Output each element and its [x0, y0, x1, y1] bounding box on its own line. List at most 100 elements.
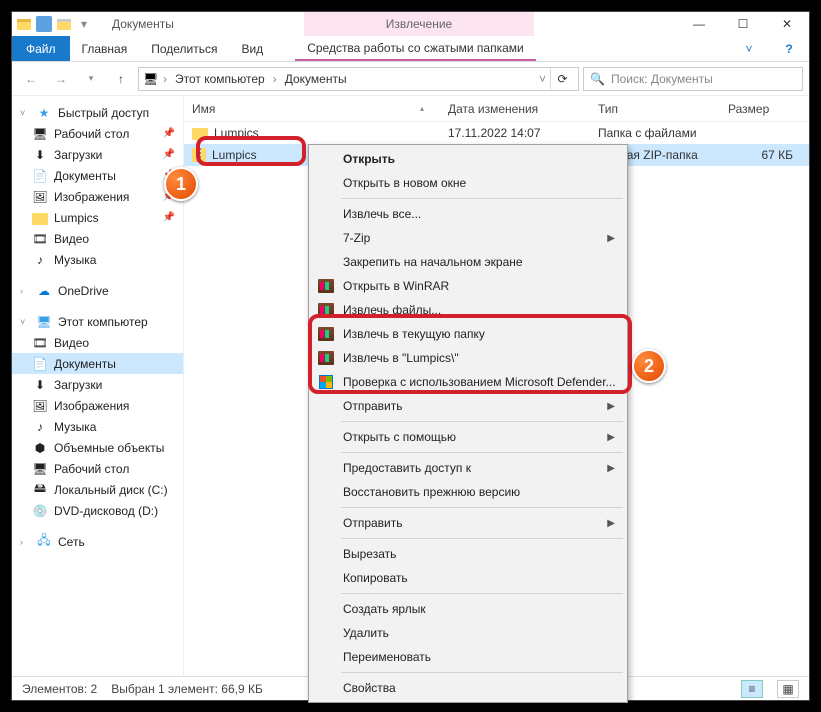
sidebar-item[interactable]: 📄Документы📌 [12, 165, 183, 186]
menu-item[interactable]: Создать ярлык [311, 597, 625, 621]
chevron-down-icon[interactable]: ˅ [20, 108, 30, 118]
chevron-right-icon[interactable]: › [20, 286, 30, 296]
menu-item[interactable]: Копировать [311, 566, 625, 590]
menu-item[interactable]: Открыть с помощью▶ [311, 425, 625, 449]
address-box[interactable]: 🖥 › Этот компьютер › Документы ˅ ⟳ [138, 67, 579, 91]
sidebar-item[interactable]: Lumpics📌 [12, 207, 183, 228]
close-button[interactable]: ✕ [765, 12, 809, 36]
menu-item[interactable]: Открыть в новом окне [311, 171, 625, 195]
sidebar-onedrive[interactable]: › ☁ OneDrive [12, 280, 183, 301]
ribbon-expand-icon[interactable]: ˅ [729, 36, 769, 61]
sidebar-item[interactable]: 📄Документы [12, 353, 183, 374]
folder-icon [32, 210, 48, 226]
menu-item[interactable]: Переименовать [311, 645, 625, 669]
sidebar-label: Сеть [58, 535, 85, 549]
chevron-down-icon[interactable]: ˅ [20, 317, 30, 327]
sidebar-item[interactable]: 🎞Видео [12, 332, 183, 353]
table-row[interactable]: Lumpics17.11.2022 14:07Папка с файлами [184, 122, 809, 144]
menu-item[interactable]: Открыть в WinRAR [311, 274, 625, 298]
file-date: 17.11.2022 14:07 [440, 126, 590, 140]
menu-item[interactable]: Отправить▶ [311, 394, 625, 418]
column-name[interactable]: Имя▴ [184, 96, 440, 121]
menu-item[interactable]: Предоставить доступ к▶ [311, 456, 625, 480]
folder-icon [192, 128, 208, 140]
qat-properties-icon[interactable] [36, 16, 52, 32]
sidebar-item[interactable]: 🖼Изображения [12, 395, 183, 416]
menu-item[interactable]: Свойства [311, 676, 625, 700]
maximize-button[interactable]: ☐ [721, 12, 765, 36]
tab-share[interactable]: Поделиться [139, 36, 229, 61]
qat-newfolder-icon[interactable] [56, 16, 72, 32]
file-tab[interactable]: Файл [12, 36, 70, 61]
help-icon[interactable]: ? [769, 36, 809, 61]
sidebar-item[interactable]: 🖥Рабочий стол [12, 458, 183, 479]
search-input[interactable]: 🔍 Поиск: Документы [583, 67, 803, 91]
sidebar-item[interactable]: ♪Музыка [12, 249, 183, 270]
breadcrumb[interactable]: Этот компьютер [171, 72, 269, 86]
view-large-button[interactable]: ▦ [777, 680, 799, 698]
sidebar-item[interactable]: 🖴Локальный диск (C:) [12, 479, 183, 500]
menu-item[interactable]: Проверка с использованием Microsoft Defe… [311, 370, 625, 394]
sidebar-item[interactable]: ⬇Загрузки [12, 374, 183, 395]
column-type[interactable]: Тип [590, 96, 720, 121]
nav-back-button[interactable]: ← [18, 66, 44, 92]
img-icon: 🖼 [32, 189, 48, 205]
nav-forward-button[interactable]: → [48, 66, 74, 92]
column-size[interactable]: Размер [720, 96, 809, 121]
sidebar-item-label: Рабочий стол [54, 462, 129, 476]
menu-item-label: Извлечь все... [343, 207, 421, 221]
sidebar-item[interactable]: 💿DVD-дисковод (D:) [12, 500, 183, 521]
refresh-button[interactable]: ⟳ [550, 68, 574, 90]
menu-item-label: Открыть [343, 152, 395, 166]
menu-item[interactable]: Открыть [311, 147, 625, 171]
disk-icon: 🖴 [32, 482, 48, 498]
zip-icon [192, 148, 206, 162]
sort-asc-icon: ▴ [420, 104, 424, 113]
sidebar-quick-access[interactable]: ˅ ★ Быстрый доступ [12, 102, 183, 123]
sidebar-item[interactable]: ⬢Объемные объекты [12, 437, 183, 458]
qat-dropdown-icon[interactable]: ▾ [76, 16, 92, 32]
chevron-down-icon[interactable]: ˅ [537, 72, 548, 86]
nav-up-button[interactable]: ↑ [108, 66, 134, 92]
sidebar-item-label: Объемные объекты [54, 441, 164, 455]
sidebar-item-label: Изображения [54, 399, 129, 413]
chevron-right-icon[interactable]: › [161, 72, 169, 86]
breadcrumb[interactable]: Документы [281, 72, 351, 86]
menu-item[interactable]: Закрепить на начальном экране [311, 250, 625, 274]
menu-item[interactable]: 7-Zip▶ [311, 226, 625, 250]
chevron-right-icon[interactable]: › [271, 72, 279, 86]
column-date[interactable]: Дата изменения [440, 96, 590, 121]
doc-icon: 📄 [32, 356, 48, 372]
menu-item[interactable]: Восстановить прежнюю версию [311, 480, 625, 504]
sidebar-item-label: Видео [54, 336, 89, 350]
music-icon: ♪ [32, 252, 48, 268]
music-icon: ♪ [32, 419, 48, 435]
dvd-icon: 💿 [32, 503, 48, 519]
view-details-button[interactable]: ≡ [741, 680, 763, 698]
winrar-icon [317, 277, 335, 295]
chevron-right-icon[interactable]: › [20, 537, 30, 547]
menu-item[interactable]: Извлечь в "Lumpics\" [311, 346, 625, 370]
sidebar-network[interactable]: › 🖧 Сеть [12, 531, 183, 552]
sidebar-item[interactable]: 🎞Видео [12, 228, 183, 249]
dl-icon: ⬇ [32, 147, 48, 163]
menu-item[interactable]: Удалить [311, 621, 625, 645]
sidebar-this-pc[interactable]: ˅ 🖥 Этот компьютер [12, 311, 183, 332]
menu-item[interactable]: Извлечь в текущую папку [311, 322, 625, 346]
menu-item[interactable]: Извлечь файлы... [311, 298, 625, 322]
tab-home[interactable]: Главная [70, 36, 140, 61]
menu-item-label: Восстановить прежнюю версию [343, 485, 520, 499]
context-menu: Открыть Открыть в новом окне Извлечь все..… [308, 144, 628, 703]
menu-item[interactable]: Отправить▶ [311, 511, 625, 535]
nav-recent-button[interactable]: ▾ [78, 66, 104, 92]
winrar-icon [317, 349, 335, 367]
tab-compressed[interactable]: Средства работы со сжатыми папками [295, 36, 536, 61]
menu-item[interactable]: Извлечь все... [311, 202, 625, 226]
tab-view[interactable]: Вид [229, 36, 275, 61]
minimize-button[interactable]: — [677, 12, 721, 36]
menu-item[interactable]: Вырезать [311, 542, 625, 566]
sidebar-item[interactable]: 🖼Изображения📌 [12, 186, 183, 207]
sidebar-item[interactable]: ⬇Загрузки📌 [12, 144, 183, 165]
sidebar-item[interactable]: ♪Музыка [12, 416, 183, 437]
sidebar-item[interactable]: 🖥Рабочий стол📌 [12, 123, 183, 144]
